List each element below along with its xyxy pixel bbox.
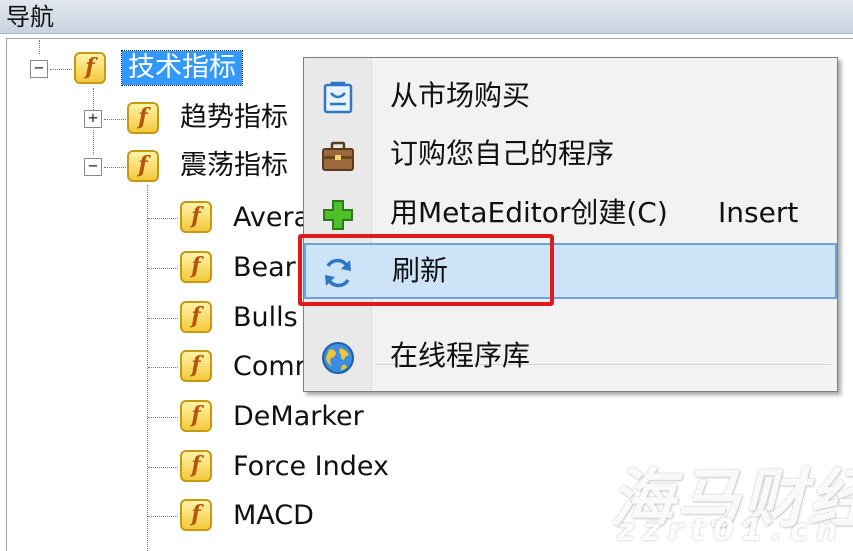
tree-line xyxy=(148,218,178,219)
indicator-folder-icon: f xyxy=(74,52,106,84)
menu-item-online-library[interactable]: 在线程序库 xyxy=(304,328,837,384)
tree-item[interactable]: Bear xyxy=(233,251,296,285)
menu-item-label: 从市场购买 xyxy=(390,79,531,112)
refresh-highlight-box xyxy=(298,234,554,306)
oscillator-collapse-toggle[interactable]: − xyxy=(84,158,102,176)
market-icon xyxy=(323,81,353,114)
tree-group-oscillators[interactable]: 震荡指标 xyxy=(180,149,288,183)
navigator-title: 导航 xyxy=(6,3,54,31)
menu-item-label: 在线程序库 xyxy=(390,339,531,372)
tree-item[interactable]: Bulls xyxy=(233,301,298,335)
indicator-icon: f xyxy=(180,499,212,531)
plus-icon xyxy=(323,200,353,230)
tree-root-technical-indicators[interactable]: 技术指标 xyxy=(121,50,243,86)
menu-item-buy-from-market[interactable]: 从市场购买 xyxy=(304,68,837,124)
menu-item-label: 订购您自己的程序 xyxy=(390,137,615,170)
menu-item-create-in-metaeditor[interactable]: 用MetaEditor创建(C) Insert xyxy=(304,185,837,241)
tree-group-trend[interactable]: 趋势指标 xyxy=(180,101,288,135)
menu-item-shortcut: Insert xyxy=(718,196,799,229)
indicator-icon: f xyxy=(180,201,212,233)
menu-item-label: 用MetaEditor创建(C) xyxy=(390,196,668,229)
tree-line xyxy=(148,367,178,368)
tree-line xyxy=(104,167,126,168)
tree-line xyxy=(148,417,178,418)
tree-item[interactable]: MACD xyxy=(233,499,314,533)
tree-line xyxy=(148,467,178,468)
tree-item[interactable]: Avera xyxy=(233,201,310,235)
indicator-folder-icon: f xyxy=(127,150,159,182)
root-collapse-toggle[interactable]: − xyxy=(30,60,48,78)
tree-line xyxy=(148,318,178,319)
tree-line xyxy=(93,130,94,155)
briefcase-icon xyxy=(322,141,354,171)
tree-line xyxy=(104,119,126,120)
indicator-icon: f xyxy=(180,251,212,283)
indicator-folder-icon: f xyxy=(127,102,159,134)
indicator-icon: f xyxy=(180,350,212,382)
navigator-header: 导航 xyxy=(0,0,853,34)
tree-line xyxy=(148,516,178,517)
globe-icon xyxy=(322,342,354,374)
tree-line xyxy=(93,88,94,110)
indicator-icon: f xyxy=(180,301,212,333)
tree-item[interactable]: Comr xyxy=(233,350,306,384)
indicator-icon: f xyxy=(180,450,212,482)
tree-item[interactable]: Force Index xyxy=(233,450,389,484)
tree-line xyxy=(148,268,178,269)
watermark-url: zzrt01.cn xyxy=(617,513,846,548)
trend-expand-toggle[interactable]: + xyxy=(84,110,102,128)
tree-line xyxy=(147,185,148,551)
menu-item-order-own-program[interactable]: 订购您自己的程序 xyxy=(304,126,837,182)
tree-line xyxy=(39,40,40,54)
tree-item[interactable]: DeMarker xyxy=(233,400,364,434)
tree-line xyxy=(50,69,72,70)
context-menu: 从市场购买 订购您自己的程序 用MetaEditor创建(C) Insert 刷… xyxy=(303,57,838,392)
indicator-icon: f xyxy=(180,400,212,432)
